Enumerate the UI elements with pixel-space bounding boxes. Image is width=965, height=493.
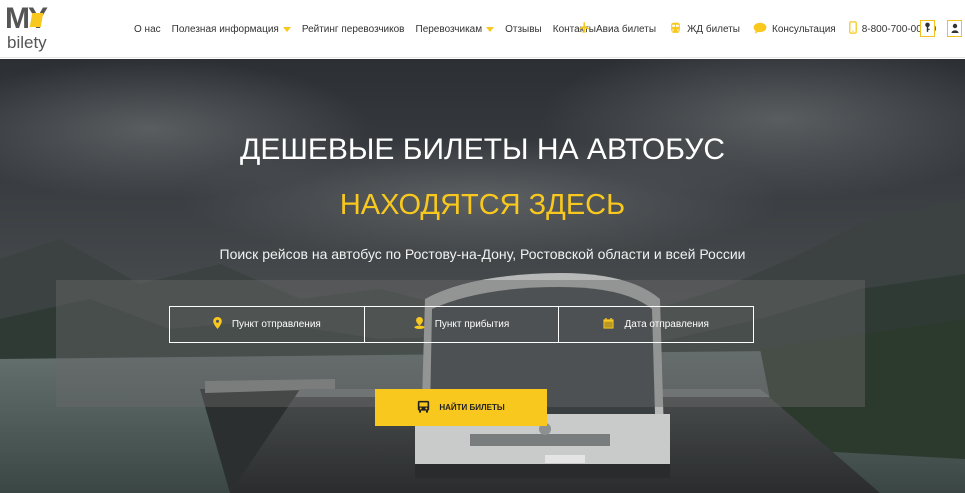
nav-item-for-carriers[interactable]: Перевозчикам	[416, 24, 495, 35]
date-placeholder: Дата отправления	[624, 319, 709, 330]
chevron-down-icon	[282, 26, 291, 32]
arrival-placeholder: Пункт прибытия	[434, 319, 510, 330]
logo-bottom-text: bilety	[7, 33, 47, 52]
train-tickets-link[interactable]: ЖД билеты	[669, 21, 740, 38]
site-logo[interactable]: MY bilety	[5, 2, 65, 56]
chevron-down-icon	[486, 26, 495, 32]
profile-button[interactable]	[947, 20, 962, 37]
nav-item-label: Отзывы	[505, 23, 542, 35]
site-header: MY bilety О нас Полезная информация Рейт…	[0, 0, 965, 58]
login-button[interactable]	[920, 20, 935, 37]
search-panel	[56, 280, 865, 407]
departure-field[interactable]: Пункт отправления	[170, 307, 365, 342]
chat-icon	[753, 22, 767, 37]
bus-icon	[417, 400, 430, 415]
nav-item-label: Перевозчикам	[415, 23, 483, 35]
key-icon	[924, 20, 931, 38]
hero-section: ДЕШЕВЫЕ БИЛЕТЫ НА АВТОБУС НАХОДЯТСЯ ЗДЕС…	[0, 59, 965, 493]
nav-item-label: Рейтинг перевозчиков	[301, 23, 405, 35]
air-tickets-label: Авиа билеты	[596, 23, 657, 35]
hero-background-image	[0, 59, 965, 493]
train-tickets-label: ЖД билеты	[687, 23, 740, 35]
hero-description: Поиск рейсов на автобус по Ростову-на-До…	[219, 246, 746, 262]
map-pin-icon	[213, 317, 222, 332]
train-icon	[669, 21, 682, 38]
nav-item-carrier-rating[interactable]: Рейтинг перевозчиков	[302, 24, 405, 35]
phone-icon	[848, 21, 857, 37]
nav-item-label: О нас	[134, 23, 161, 35]
nav-item-about[interactable]: О нас	[134, 24, 161, 35]
consultation-link[interactable]: Консультация	[753, 22, 836, 37]
nav-item-useful-info[interactable]: Полезная информация	[172, 24, 291, 35]
search-form: Пункт отправления Пункт прибытия Дата от…	[169, 306, 754, 343]
nav-item-reviews[interactable]: Отзывы	[505, 24, 542, 35]
user-icon	[951, 20, 959, 38]
plane-icon	[578, 21, 591, 37]
main-nav: О нас Полезная информация Рейтинг перево…	[134, 0, 607, 58]
services-nav: Авиа билеты ЖД билеты Консультация 8-800…	[578, 0, 936, 58]
air-tickets-link[interactable]: Авиа билеты	[578, 21, 656, 37]
date-field[interactable]: Дата отправления	[559, 307, 753, 342]
nav-item-label: Полезная информация	[171, 23, 279, 35]
departure-placeholder: Пункт отправления	[231, 319, 321, 330]
destination-pin-icon	[414, 317, 425, 332]
find-tickets-label: НАЙТИ БИЛЕТЫ	[439, 403, 505, 412]
calendar-icon	[603, 317, 615, 332]
arrival-field[interactable]: Пункт прибытия	[365, 307, 560, 342]
hero-title: ДЕШЕВЫЕ БИЛЕТЫ НА АВТОБУС	[240, 133, 725, 166]
find-tickets-button[interactable]: НАЙТИ БИЛЕТЫ	[375, 389, 547, 426]
consultation-label: Консультация	[772, 23, 836, 35]
hero-subtitle: НАХОДЯТСЯ ЗДЕСЬ	[339, 189, 626, 221]
